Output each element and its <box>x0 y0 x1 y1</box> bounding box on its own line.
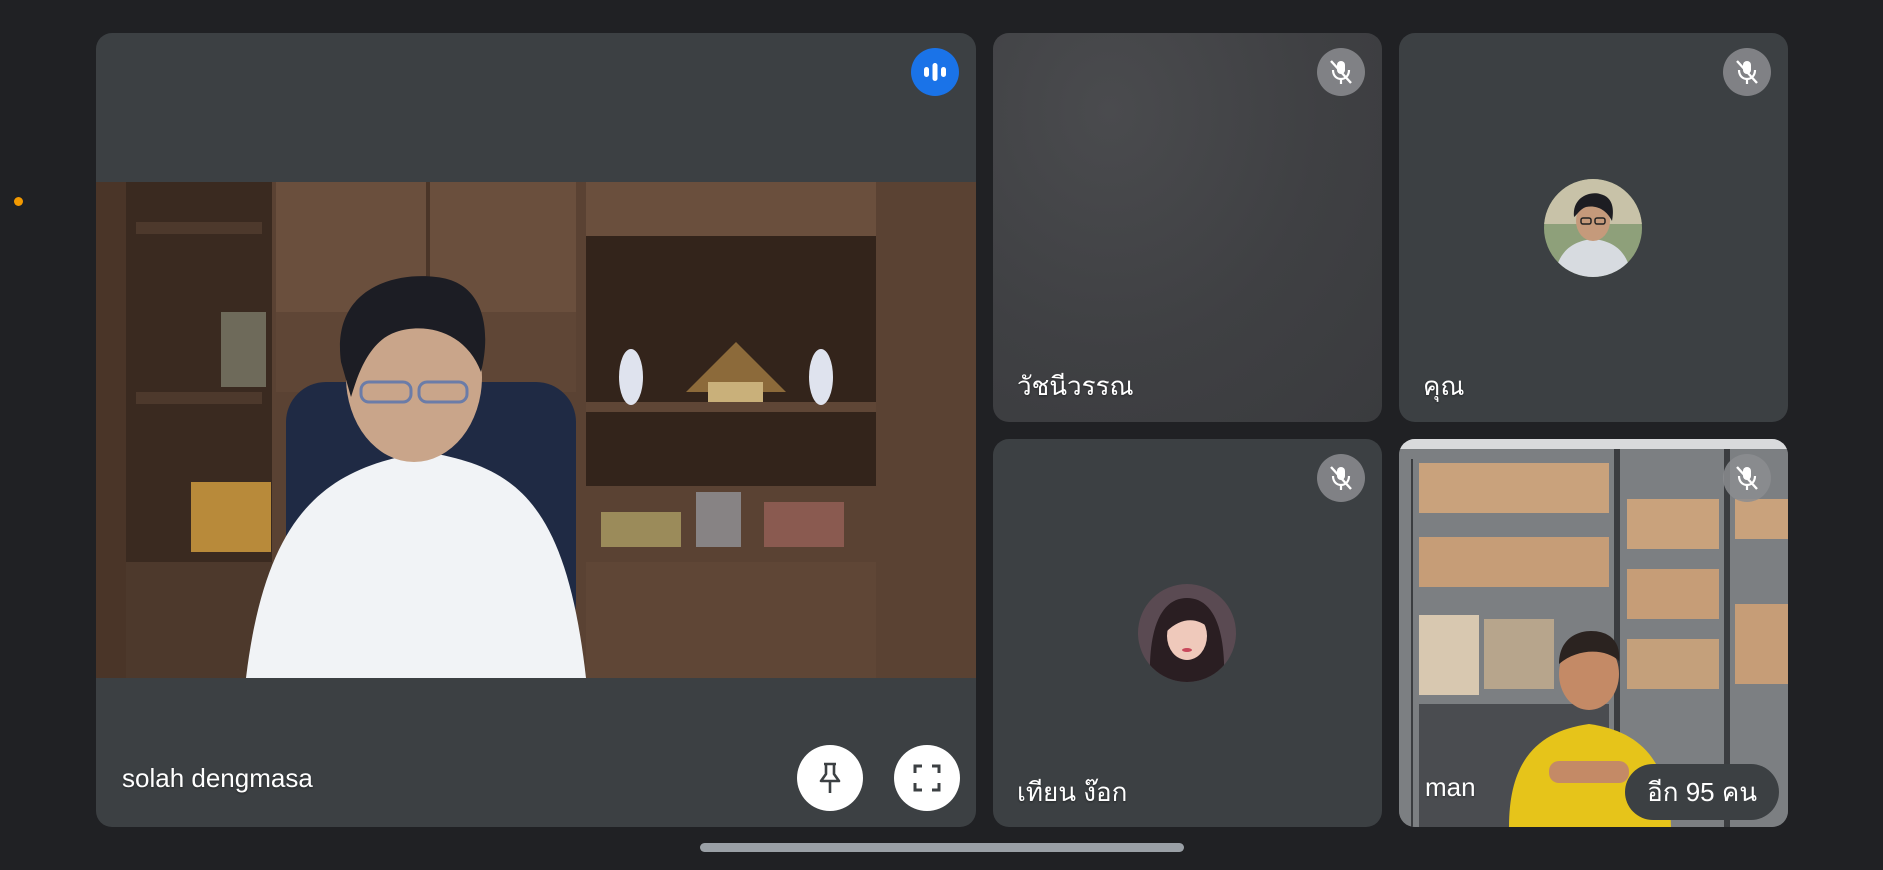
status-dot <box>14 197 23 206</box>
pin-icon <box>819 762 841 793</box>
mic-off-icon <box>1723 454 1771 502</box>
avatar <box>1138 584 1236 682</box>
participant-tile[interactable]: man อีก 95 คน <box>1399 439 1788 827</box>
participant-name: เทียน ง๊อก <box>1017 777 1128 807</box>
mic-off-icon <box>1317 454 1365 502</box>
audio-level-icon <box>911 48 959 96</box>
participant-name: man <box>1425 772 1476 802</box>
participant-name: คุณ <box>1423 371 1465 401</box>
more-participants-badge[interactable]: อีก 95 คน <box>1625 764 1779 820</box>
avatar <box>1544 179 1642 277</box>
participant-tile-main[interactable]: solah dengmasa <box>96 33 976 827</box>
fullscreen-button[interactable] <box>894 745 960 811</box>
participant-tile[interactable]: คุณ <box>1399 33 1788 422</box>
fullscreen-icon <box>913 764 941 792</box>
video-feed <box>96 182 976 678</box>
participant-name: วัชนีวรรณ <box>1017 371 1134 401</box>
pin-button[interactable] <box>797 745 863 811</box>
participant-tile[interactable]: วัชนีวรรณ <box>993 33 1382 422</box>
mic-off-icon <box>1317 48 1365 96</box>
home-indicator[interactable] <box>700 843 1184 852</box>
participant-name: solah dengmasa <box>122 763 313 793</box>
meet-grid: solah dengmasa วัชนีวรรณ คุณ เทียน ง๊อก … <box>0 0 1883 870</box>
mic-off-icon <box>1723 48 1771 96</box>
participant-tile[interactable]: เทียน ง๊อก <box>993 439 1382 827</box>
